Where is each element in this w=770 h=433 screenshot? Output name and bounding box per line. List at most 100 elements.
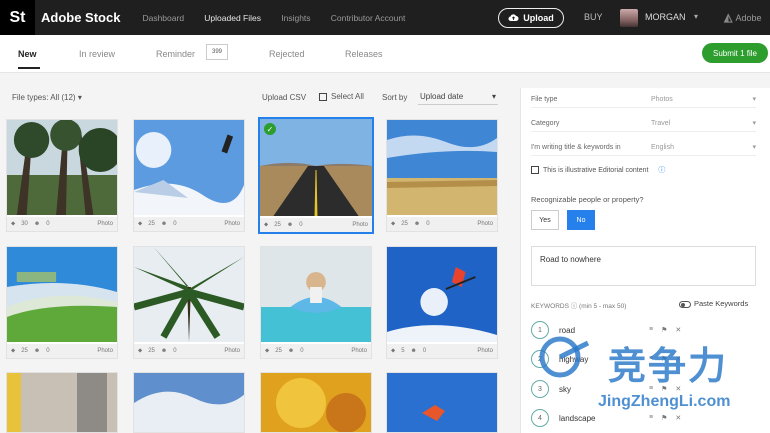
editorial-checkbox[interactable] bbox=[531, 166, 539, 175]
info-icon[interactable]: ⓘ bbox=[658, 167, 665, 174]
close-icon[interactable]: ✕ bbox=[675, 326, 681, 334]
flag-icon[interactable]: ⚑ bbox=[661, 355, 667, 363]
selected-check-icon[interactable]: ✓ bbox=[264, 123, 276, 135]
file-type: Photo bbox=[477, 221, 493, 227]
title-value: Road to nowhere bbox=[540, 255, 601, 264]
buy-link[interactable]: BUY bbox=[584, 12, 603, 22]
brand-name[interactable]: Adobe Stock bbox=[41, 10, 120, 25]
drag-handle-icon[interactable]: ≡ bbox=[649, 326, 653, 334]
user-name[interactable]: MORGAN bbox=[645, 12, 686, 22]
file-thumb[interactable] bbox=[133, 372, 245, 433]
people-icon: ☻ bbox=[286, 222, 294, 228]
title-textarea[interactable]: Road to nowhere bbox=[531, 246, 756, 286]
file-thumb[interactable]: ⬥ 25 ☻ 0 Photo bbox=[133, 119, 245, 232]
file-types-filter[interactable]: File types: All (12) ▾ bbox=[12, 93, 82, 102]
upload-button[interactable]: Upload bbox=[498, 8, 564, 28]
people-count: 0 bbox=[426, 221, 430, 227]
nav-uploaded-files[interactable]: Uploaded Files bbox=[204, 13, 261, 23]
yes-button[interactable]: Yes bbox=[531, 210, 559, 230]
adobe-link[interactable]: ◭ Adobe bbox=[724, 11, 762, 24]
category-select[interactable]: Category Travel ▾ bbox=[531, 116, 756, 132]
toggle-switch[interactable] bbox=[679, 300, 691, 308]
chevron-down-icon: ▾ bbox=[77, 93, 82, 102]
keyword-index: 3 bbox=[531, 380, 549, 398]
drag-handle-icon[interactable]: ≡ bbox=[649, 385, 653, 393]
keyword-row[interactable]: 2 highway ≡ ⚑ ✕ bbox=[531, 349, 706, 369]
keyword-tools: ≡ ⚑ ✕ bbox=[649, 355, 681, 363]
thumb-image-trees bbox=[7, 119, 122, 215]
thumb-meta: ⬥ 25 ☻ 0 Photo bbox=[134, 217, 244, 231]
stock-logo[interactable]: St bbox=[0, 0, 35, 35]
keyword-count: 25 bbox=[275, 348, 282, 354]
cloud-upload-icon bbox=[508, 13, 519, 24]
thumb-meta: ⬥ 5 ☻ 0 Photo bbox=[387, 344, 497, 358]
select-all-checkbox[interactable] bbox=[319, 92, 327, 101]
thumb-image-pool bbox=[261, 247, 371, 342]
keyword-text[interactable]: sky bbox=[559, 385, 649, 394]
thumb-meta: ⬥ 25 ☻ 0 Photo bbox=[387, 217, 497, 231]
thumb-meta: ⬥ 25 ☻ 0 Photo bbox=[260, 218, 372, 232]
tab-new[interactable]: New bbox=[18, 49, 37, 59]
file-thumb-selected[interactable]: ✓ ⬥ 25 ☻ 0 Photo bbox=[258, 117, 374, 234]
drag-handle-icon[interactable]: ≡ bbox=[649, 414, 653, 422]
file-thumb[interactable]: ⬥ 30 ☻ 0 Photo bbox=[6, 119, 122, 232]
nav-dashboard[interactable]: Dashboard bbox=[142, 13, 184, 23]
flag-icon[interactable]: ⚑ bbox=[661, 414, 667, 422]
top-nav: Dashboard Uploaded Files Insights Contri… bbox=[142, 13, 423, 23]
tab-reminder[interactable]: Reminder bbox=[156, 49, 195, 59]
sort-value: Upload date bbox=[420, 92, 464, 101]
drag-handle-icon[interactable]: ≡ bbox=[649, 355, 653, 363]
file-thumb[interactable]: ⬥ 5 ☻ 0 Photo bbox=[386, 246, 498, 359]
editorial-option[interactable]: This is illustrative Editorial content ⓘ bbox=[531, 165, 665, 175]
file-thumb[interactable]: ⬥ 25 ☻ 0 Photo bbox=[6, 246, 118, 359]
info-icon[interactable]: ⓘ bbox=[571, 303, 579, 310]
keyword-text[interactable]: road bbox=[559, 326, 649, 335]
file-type: Photo bbox=[351, 348, 367, 354]
file-thumb[interactable] bbox=[260, 372, 372, 433]
file-thumb[interactable]: ⬥ 25 ☻ 0 Photo bbox=[260, 246, 372, 359]
file-thumb[interactable]: ⬥ 25 ☻ 0 Photo bbox=[133, 246, 245, 359]
nav-insights[interactable]: Insights bbox=[281, 13, 310, 23]
no-button[interactable]: No bbox=[567, 210, 595, 230]
select-all-label: Select All bbox=[331, 92, 364, 101]
file-thumb[interactable] bbox=[386, 372, 498, 433]
upload-csv-link[interactable]: Upload CSV bbox=[262, 93, 306, 102]
select-all[interactable]: Select All bbox=[319, 92, 364, 101]
tag-icon: ⬥ bbox=[138, 347, 143, 354]
sort-select[interactable]: Upload date ▾ bbox=[418, 89, 498, 105]
keyword-text[interactable]: landscape bbox=[559, 414, 649, 423]
tag-icon: ⬥ bbox=[391, 220, 396, 227]
people-count: 0 bbox=[46, 348, 50, 354]
close-icon[interactable]: ✕ bbox=[675, 414, 681, 422]
submit-button[interactable]: Submit 1 file bbox=[702, 43, 768, 63]
keyword-count: 5 bbox=[401, 348, 405, 354]
people-question: Recognizable people or property? bbox=[531, 195, 644, 204]
close-icon[interactable]: ✕ bbox=[675, 355, 681, 363]
keyword-row[interactable]: 4 landscape ≡ ⚑ ✕ bbox=[531, 408, 706, 428]
file-type-select[interactable]: File type Photos ▾ bbox=[531, 92, 756, 108]
tag-icon: ⬥ bbox=[264, 221, 269, 228]
keyword-text[interactable]: highway bbox=[559, 355, 649, 364]
file-thumb[interactable]: ⬥ 25 ☻ 0 Photo bbox=[386, 119, 498, 232]
chevron-down-icon[interactable]: ▾ bbox=[694, 12, 698, 21]
flag-icon[interactable]: ⚑ bbox=[661, 385, 667, 393]
paste-keywords-toggle[interactable]: Paste Keywords bbox=[679, 299, 748, 308]
nav-contributor-account[interactable]: Contributor Account bbox=[331, 13, 406, 23]
keyword-row[interactable]: 1 road ≡ ⚑ ✕ bbox=[531, 320, 706, 340]
top-bar: St Adobe Stock Dashboard Uploaded Files … bbox=[0, 0, 770, 35]
adobe-label: Adobe bbox=[735, 12, 762, 23]
language-select[interactable]: I'm writing title & keywords in English … bbox=[531, 140, 756, 156]
tab-releases[interactable]: Releases bbox=[345, 49, 383, 59]
tab-rejected[interactable]: Rejected bbox=[269, 49, 305, 59]
people-icon: ☻ bbox=[287, 348, 295, 354]
close-icon[interactable]: ✕ bbox=[675, 385, 681, 393]
people-count: 0 bbox=[300, 348, 304, 354]
file-thumb[interactable] bbox=[6, 372, 118, 433]
thumb-image-skydiver bbox=[387, 373, 497, 432]
paste-keywords-label: Paste Keywords bbox=[694, 299, 749, 308]
avatar[interactable] bbox=[620, 9, 638, 27]
flag-icon[interactable]: ⚑ bbox=[661, 326, 667, 334]
tab-in-review[interactable]: In review bbox=[79, 49, 115, 59]
keyword-row[interactable]: 3 sky ≡ ⚑ ✕ bbox=[531, 379, 706, 399]
thumb-image-field bbox=[7, 247, 117, 342]
